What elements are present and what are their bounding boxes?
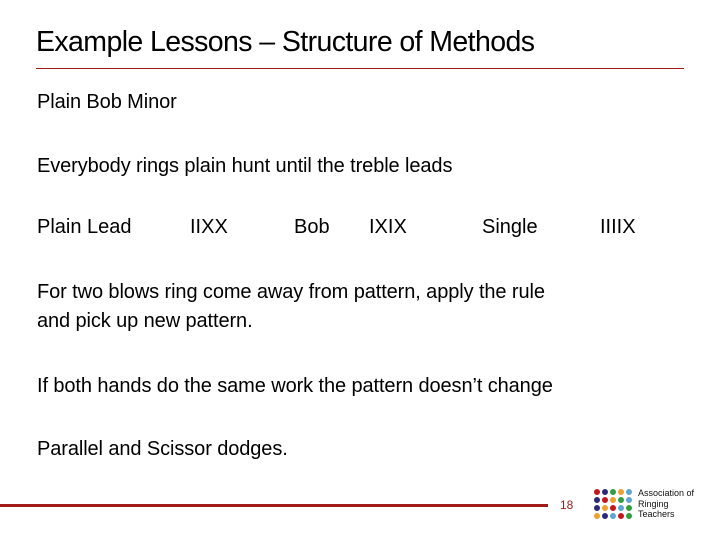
logo-dot <box>594 513 600 519</box>
logo-dot <box>610 489 616 495</box>
bob-pattern: IXIX <box>369 216 407 238</box>
logo-dot <box>610 505 616 511</box>
logo-dot <box>602 505 608 511</box>
logo-dot <box>610 513 616 519</box>
logo-dot <box>618 505 624 511</box>
plain-lead-pattern: IIXX <box>190 216 228 238</box>
logo-dot <box>602 497 608 503</box>
logo-dot <box>618 497 624 503</box>
logo-dot <box>618 513 624 519</box>
logo-dot <box>626 513 632 519</box>
slide-title: Example Lessons – Structure of Methods <box>36 26 535 58</box>
title-divider <box>36 68 684 69</box>
single-pattern: IIIIX <box>600 216 636 238</box>
single-label: Single <box>482 216 538 238</box>
rule-text-line-1: For two blows ring come away from patter… <box>37 281 545 303</box>
same-work-note: If both hands do the same work the patte… <box>37 375 553 397</box>
logo-dot <box>626 497 632 503</box>
logo-dot <box>626 489 632 495</box>
bob-label: Bob <box>294 216 330 238</box>
logo-dot <box>610 497 616 503</box>
logo-dot <box>618 489 624 495</box>
lead-patterns-row: Plain Lead IIXX Bob IXIX Single IIIIX <box>0 214 720 240</box>
art-logo: Association of Ringing Teachers <box>594 488 714 524</box>
logo-text-line-1: Association of <box>638 488 695 498</box>
logo-dot-grid-icon <box>594 489 632 519</box>
logo-text: Association of Ringing Teachers <box>638 488 694 520</box>
logo-text-line-2: Ringing <box>638 498 669 509</box>
logo-dot <box>626 505 632 511</box>
intro-text: Everybody rings plain hunt until the tre… <box>37 155 453 177</box>
logo-dot <box>594 505 600 511</box>
logo-dot <box>594 489 600 495</box>
dodges-note: Parallel and Scissor dodges. <box>37 438 288 460</box>
logo-dot <box>602 513 608 519</box>
logo-dot <box>594 497 600 503</box>
page-number: 18 <box>560 498 574 512</box>
logo-text-line-3: Teachers <box>638 509 675 519</box>
plain-lead-label: Plain Lead <box>37 216 132 238</box>
logo-dot <box>602 489 608 495</box>
method-name: Plain Bob Minor <box>37 91 177 113</box>
footer-divider <box>0 504 548 507</box>
rule-text-line-2: and pick up new pattern. <box>37 310 253 332</box>
